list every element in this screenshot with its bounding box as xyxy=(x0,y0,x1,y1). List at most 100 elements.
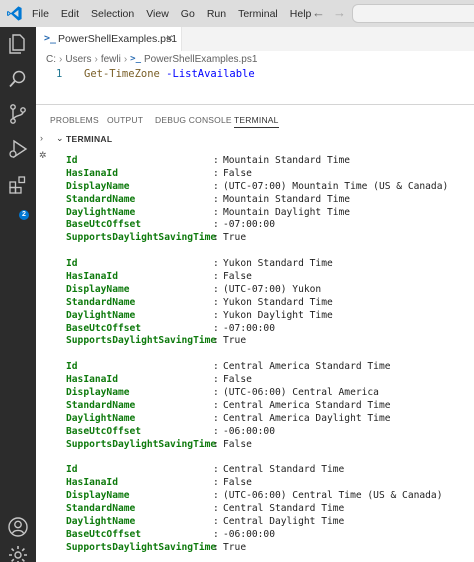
menu-go[interactable]: Go xyxy=(181,8,195,20)
property-value: Central Standard Time xyxy=(223,464,345,476)
property-separator: : xyxy=(213,387,219,399)
code-parameter: -ListAvailable xyxy=(159,68,255,80)
property-value: Yukon Daylight Time xyxy=(223,309,333,321)
chevron-right-icon: › xyxy=(123,53,128,65)
command-center-search[interactable] xyxy=(352,4,474,23)
code-line[interactable]: 1 Get-TimeZone -ListAvailable xyxy=(36,67,474,83)
forward-arrow-icon[interactable]: → xyxy=(333,5,346,21)
terminal-row: HasIanaId: False xyxy=(66,168,474,181)
tab-output[interactable]: OUTPUT xyxy=(107,115,143,125)
terminal-row: HasIanaId: False xyxy=(66,477,474,490)
menu-edit[interactable]: Edit xyxy=(61,8,79,20)
tab-problems[interactable]: PROBLEMS xyxy=(50,115,99,125)
property-separator: : xyxy=(213,335,219,347)
property-value: -06:00:00 xyxy=(223,425,275,437)
property-name: SupportsDaylightSavingTime xyxy=(66,541,217,553)
code-cmdlet: Get-TimeZone xyxy=(84,68,160,80)
terminal-row: DisplayName: (UTC-06:00) Central America xyxy=(66,387,474,400)
menu-run[interactable]: Run xyxy=(207,8,226,20)
property-separator: : xyxy=(213,258,219,270)
property-name: Id xyxy=(66,361,78,373)
property-separator: : xyxy=(213,271,219,283)
tab-terminal[interactable]: TERMINAL xyxy=(234,115,279,128)
property-separator: : xyxy=(213,477,219,489)
menu-selection[interactable]: Selection xyxy=(91,8,134,20)
property-separator: : xyxy=(213,309,219,321)
menu-terminal[interactable]: Terminal xyxy=(238,8,278,20)
powershell-file-icon: >_ xyxy=(44,33,57,44)
terminal-section-title: TERMINAL xyxy=(66,134,113,144)
source-control-icon[interactable] xyxy=(6,102,30,126)
property-name: SupportsDaylightSavingTime xyxy=(66,438,217,450)
menu-file[interactable]: File xyxy=(32,8,49,20)
property-separator: : xyxy=(213,412,219,424)
property-value: Central America Standard Time xyxy=(223,399,391,411)
property-separator: : xyxy=(213,438,219,450)
property-name: SupportsDaylightSavingTime xyxy=(66,335,217,347)
property-value: True xyxy=(223,541,247,553)
breadcrumb-user-folder[interactable]: fewli xyxy=(101,54,121,65)
property-value: False xyxy=(223,477,252,489)
explorer-files-icon[interactable] xyxy=(6,32,30,56)
property-value: True xyxy=(223,335,247,347)
run-debug-icon[interactable] xyxy=(6,137,30,161)
property-name: DaylightName xyxy=(66,412,136,424)
terminal-row: BaseUtcOffset: -06:00:00 xyxy=(66,426,474,439)
tab-debug-console[interactable]: DEBUG CONSOLE xyxy=(155,115,232,125)
property-name: BaseUtcOffset xyxy=(66,528,142,540)
terminal-row: DisplayName: (UTC-06:00) Central Time (US… xyxy=(66,490,474,503)
property-value: (UTC-07:00) Yukon xyxy=(223,283,322,295)
manage-gear-icon[interactable] xyxy=(6,543,30,562)
breadcrumb-file[interactable]: PowerShellExamples.ps1 xyxy=(144,54,257,65)
editor-tab[interactable]: >_ PowerShellExamples.ps1 × xyxy=(36,27,182,51)
property-value: False xyxy=(223,271,252,283)
property-separator: : xyxy=(213,515,219,527)
property-name: DisplayName xyxy=(66,283,130,295)
property-separator: : xyxy=(213,399,219,411)
terminal-row: Id: Mountain Standard Time xyxy=(66,155,474,168)
property-separator: : xyxy=(213,155,219,166)
property-separator: : xyxy=(213,528,219,540)
menu-help[interactable]: Help xyxy=(290,8,312,20)
property-name: SupportsDaylightSavingTime xyxy=(66,232,217,244)
extensions-icon[interactable] xyxy=(6,173,30,197)
debug-bug-icon[interactable]: ✲ xyxy=(39,150,47,161)
editor-tab-bar: >_ PowerShellExamples.ps1 × xyxy=(36,27,474,51)
powershell-file-icon: >_ xyxy=(130,54,142,64)
terminal-row: HasIanaId: False xyxy=(66,374,474,387)
terminal-row: DisplayName: (UTC-07:00) Mountain Time (U… xyxy=(66,181,474,194)
terminal-row: SupportsDaylightSavingTime: False xyxy=(66,439,474,452)
chevron-right-icon: › xyxy=(94,53,98,65)
bottom-panel: PROBLEMS OUTPUT DEBUG CONSOLE TERMINAL ›… xyxy=(36,104,474,562)
terminal-row: StandardName: Yukon Standard Time xyxy=(66,297,474,310)
property-value: -06:00:00 xyxy=(223,528,275,540)
breadcrumb-drive[interactable]: C: xyxy=(46,54,56,65)
account-icon[interactable] xyxy=(6,515,30,539)
terminal-section-header[interactable]: ⌄ TERMINAL xyxy=(36,131,474,147)
property-name: HasIanaId xyxy=(66,374,118,386)
property-name: BaseUtcOffset xyxy=(66,219,142,231)
property-name: HasIanaId xyxy=(66,271,118,283)
property-value: Mountain Standard Time xyxy=(223,193,351,205)
close-icon[interactable]: × xyxy=(166,31,173,45)
terminal-row: SupportsDaylightSavingTime: True xyxy=(66,542,474,555)
terminal-row: DaylightName: Yukon Daylight Time xyxy=(66,310,474,323)
property-separator: : xyxy=(213,490,219,502)
menu-view[interactable]: View xyxy=(146,8,169,20)
title-bar: File Edit Selection View Go Run Terminal… xyxy=(0,0,474,27)
terminal-output[interactable]: Id: Mountain Standard Time HasIanaId: False… xyxy=(66,155,474,555)
property-name: HasIanaId xyxy=(66,167,118,179)
panel-tabs: PROBLEMS OUTPUT DEBUG CONSOLE TERMINAL xyxy=(36,113,474,129)
terminal-row: DaylightName: Central America Daylight Ti… xyxy=(66,413,474,426)
terminal-row: BaseUtcOffset: -07:00:00 xyxy=(66,323,474,336)
chevron-right-icon: › xyxy=(59,53,63,65)
back-arrow-icon[interactable]: ← xyxy=(312,5,325,21)
property-value: False xyxy=(223,438,252,450)
search-icon[interactable] xyxy=(6,67,30,91)
property-name: StandardName xyxy=(66,296,136,308)
property-name: DaylightName xyxy=(66,515,136,527)
property-value: Yukon Standard Time xyxy=(223,258,333,270)
breadcrumb-users[interactable]: Users xyxy=(65,54,91,65)
